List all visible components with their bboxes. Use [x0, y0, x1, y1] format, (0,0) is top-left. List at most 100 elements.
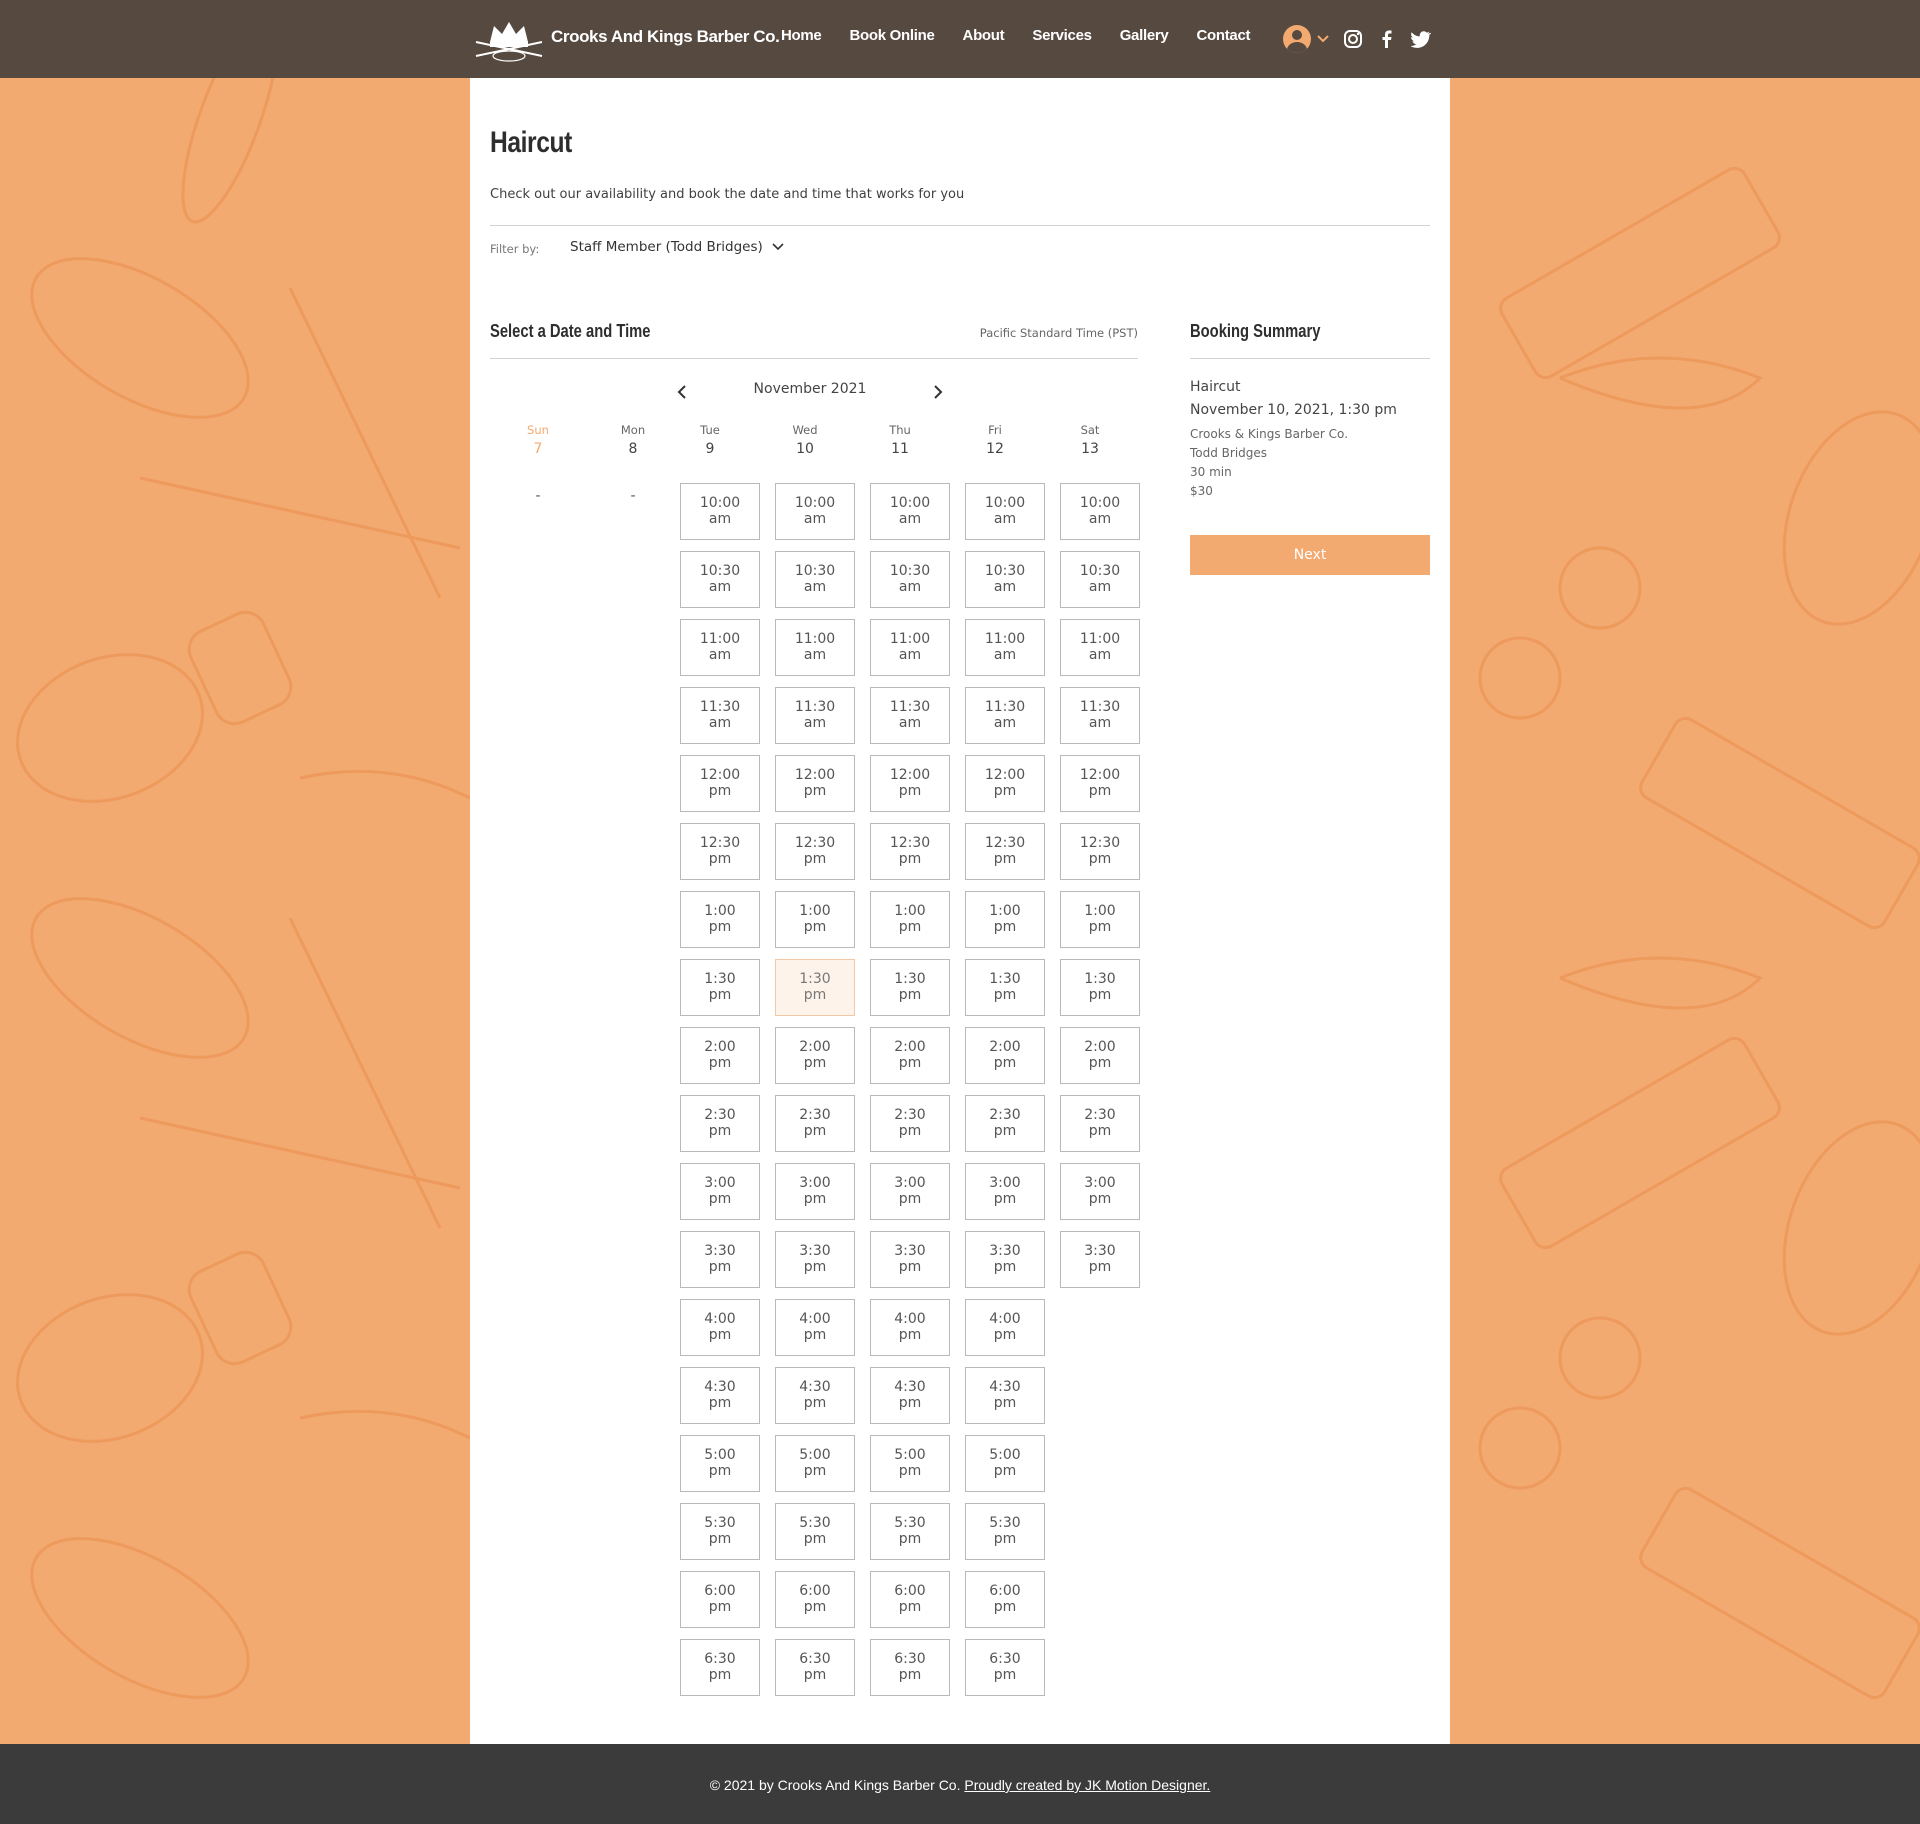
time-slot-wed[interactable]: 12:30 pm — [775, 823, 855, 880]
nav-gallery[interactable]: Gallery — [1120, 27, 1169, 44]
time-slot-sat[interactable]: 3:30 pm — [1060, 1231, 1140, 1288]
time-slot-fri[interactable]: 1:00 pm — [965, 891, 1045, 948]
time-slot-thu[interactable]: 11:00 am — [870, 619, 950, 676]
time-slot-wed[interactable]: 2:30 pm — [775, 1095, 855, 1152]
time-slot-wed[interactable]: 6:00 pm — [775, 1571, 855, 1628]
time-slot-thu[interactable]: 1:00 pm — [870, 891, 950, 948]
time-slot-tue[interactable]: 3:00 pm — [680, 1163, 760, 1220]
time-slot-fri[interactable]: 2:00 pm — [965, 1027, 1045, 1084]
time-slot-tue[interactable]: 6:30 pm — [680, 1639, 760, 1696]
time-slot-fri[interactable]: 11:00 am — [965, 619, 1045, 676]
time-slot-thu[interactable]: 2:30 pm — [870, 1095, 950, 1152]
time-slot-wed[interactable]: 1:00 pm — [775, 891, 855, 948]
time-slot-sat[interactable]: 12:00 pm — [1060, 755, 1140, 812]
time-slot-thu[interactable]: 11:30 am — [870, 687, 950, 744]
time-slot-fri[interactable]: 4:00 pm — [965, 1299, 1045, 1356]
credit-link[interactable]: Proudly created by JK Motion Designer. — [964, 1777, 1210, 1793]
time-slot-fri[interactable]: 3:00 pm — [965, 1163, 1045, 1220]
time-slot-tue[interactable]: 3:30 pm — [680, 1231, 760, 1288]
time-slot-wed[interactable]: 1:30 pm — [775, 959, 855, 1016]
time-slot-wed[interactable]: 11:30 am — [775, 687, 855, 744]
time-slot-tue[interactable]: 10:00 am — [680, 483, 760, 540]
time-slot-fri[interactable]: 5:30 pm — [965, 1503, 1045, 1560]
time-slot-tue[interactable]: 1:00 pm — [680, 891, 760, 948]
time-slot-wed[interactable]: 10:30 am — [775, 551, 855, 608]
time-slot-fri[interactable]: 1:30 pm — [965, 959, 1045, 1016]
brand-name[interactable]: Crooks And Kings Barber Co. — [551, 27, 780, 47]
time-slot-sat[interactable]: 3:00 pm — [1060, 1163, 1140, 1220]
time-slot-wed[interactable]: 2:00 pm — [775, 1027, 855, 1084]
time-slot-sat[interactable]: 2:00 pm — [1060, 1027, 1140, 1084]
time-slot-fri[interactable]: 5:00 pm — [965, 1435, 1045, 1492]
staff-filter-dropdown[interactable]: Staff Member (Todd Bridges) — [570, 239, 785, 255]
time-slot-fri[interactable]: 6:30 pm — [965, 1639, 1045, 1696]
time-slot-wed[interactable]: 12:00 pm — [775, 755, 855, 812]
chevron-right-icon[interactable] — [926, 380, 950, 404]
time-slot-thu[interactable]: 12:30 pm — [870, 823, 950, 880]
time-slot-fri[interactable]: 4:30 pm — [965, 1367, 1045, 1424]
nav-home[interactable]: Home — [781, 27, 822, 44]
time-slot-sat[interactable]: 10:30 am — [1060, 551, 1140, 608]
time-slot-wed[interactable]: 3:30 pm — [775, 1231, 855, 1288]
time-slot-fri[interactable]: 12:00 pm — [965, 755, 1045, 812]
time-slot-sat[interactable]: 2:30 pm — [1060, 1095, 1140, 1152]
time-slot-fri[interactable]: 10:30 am — [965, 551, 1045, 608]
time-slot-wed[interactable]: 4:00 pm — [775, 1299, 855, 1356]
time-slot-fri[interactable]: 3:30 pm — [965, 1231, 1045, 1288]
time-slot-wed[interactable]: 10:00 am — [775, 483, 855, 540]
time-slot-wed[interactable]: 4:30 pm — [775, 1367, 855, 1424]
user-icon[interactable] — [1283, 25, 1311, 53]
twitter-icon[interactable] — [1410, 28, 1432, 50]
time-slot-thu[interactable]: 10:30 am — [870, 551, 950, 608]
time-slot-wed[interactable]: 5:00 pm — [775, 1435, 855, 1492]
time-slot-thu[interactable]: 10:00 am — [870, 483, 950, 540]
next-button[interactable]: Next — [1190, 535, 1430, 575]
time-slot-sat[interactable]: 10:00 am — [1060, 483, 1140, 540]
time-slot-tue[interactable]: 11:00 am — [680, 619, 760, 676]
time-slot-wed[interactable]: 6:30 pm — [775, 1639, 855, 1696]
time-slot-tue[interactable]: 11:30 am — [680, 687, 760, 744]
time-slot-fri[interactable]: 11:30 am — [965, 687, 1045, 744]
time-slot-thu[interactable]: 5:30 pm — [870, 1503, 950, 1560]
time-slot-thu[interactable]: 1:30 pm — [870, 959, 950, 1016]
time-slot-sat[interactable]: 11:30 am — [1060, 687, 1140, 744]
instagram-icon[interactable] — [1342, 28, 1364, 50]
nav-services[interactable]: Services — [1032, 27, 1092, 44]
time-slot-tue[interactable]: 10:30 am — [680, 551, 760, 608]
time-slot-tue[interactable]: 5:30 pm — [680, 1503, 760, 1560]
time-slot-thu[interactable]: 12:00 pm — [870, 755, 950, 812]
time-slot-thu[interactable]: 3:30 pm — [870, 1231, 950, 1288]
time-slot-thu[interactable]: 6:00 pm — [870, 1571, 950, 1628]
time-slot-thu[interactable]: 3:00 pm — [870, 1163, 950, 1220]
time-slot-sat[interactable]: 1:00 pm — [1060, 891, 1140, 948]
time-slot-tue[interactable]: 2:00 pm — [680, 1027, 760, 1084]
time-slot-tue[interactable]: 6:00 pm — [680, 1571, 760, 1628]
time-slot-tue[interactable]: 12:00 pm — [680, 755, 760, 812]
time-slot-tue[interactable]: 1:30 pm — [680, 959, 760, 1016]
nav-about[interactable]: About — [963, 27, 1005, 44]
time-slot-thu[interactable]: 4:00 pm — [870, 1299, 950, 1356]
time-slot-tue[interactable]: 2:30 pm — [680, 1095, 760, 1152]
time-slot-wed[interactable]: 11:00 am — [775, 619, 855, 676]
facebook-icon[interactable] — [1376, 28, 1398, 50]
time-slot-thu[interactable]: 2:00 pm — [870, 1027, 950, 1084]
time-slot-sat[interactable]: 11:00 am — [1060, 619, 1140, 676]
time-slot-sat[interactable]: 12:30 pm — [1060, 823, 1140, 880]
time-slot-fri[interactable]: 2:30 pm — [965, 1095, 1045, 1152]
time-slot-fri[interactable]: 6:00 pm — [965, 1571, 1045, 1628]
time-slot-tue[interactable]: 5:00 pm — [680, 1435, 760, 1492]
nav-contact[interactable]: Contact — [1196, 27, 1250, 44]
crown-logo[interactable] — [472, 12, 546, 64]
time-slot-thu[interactable]: 5:00 pm — [870, 1435, 950, 1492]
time-slot-tue[interactable]: 12:30 pm — [680, 823, 760, 880]
time-slot-thu[interactable]: 4:30 pm — [870, 1367, 950, 1424]
time-slot-fri[interactable]: 10:00 am — [965, 483, 1045, 540]
time-slot-tue[interactable]: 4:30 pm — [680, 1367, 760, 1424]
chevron-down-icon[interactable] — [1316, 34, 1330, 44]
time-slot-wed[interactable]: 3:00 pm — [775, 1163, 855, 1220]
time-slot-fri[interactable]: 12:30 pm — [965, 823, 1045, 880]
time-slot-thu[interactable]: 6:30 pm — [870, 1639, 950, 1696]
time-slot-sat[interactable]: 1:30 pm — [1060, 959, 1140, 1016]
time-slot-tue[interactable]: 4:00 pm — [680, 1299, 760, 1356]
time-slot-wed[interactable]: 5:30 pm — [775, 1503, 855, 1560]
